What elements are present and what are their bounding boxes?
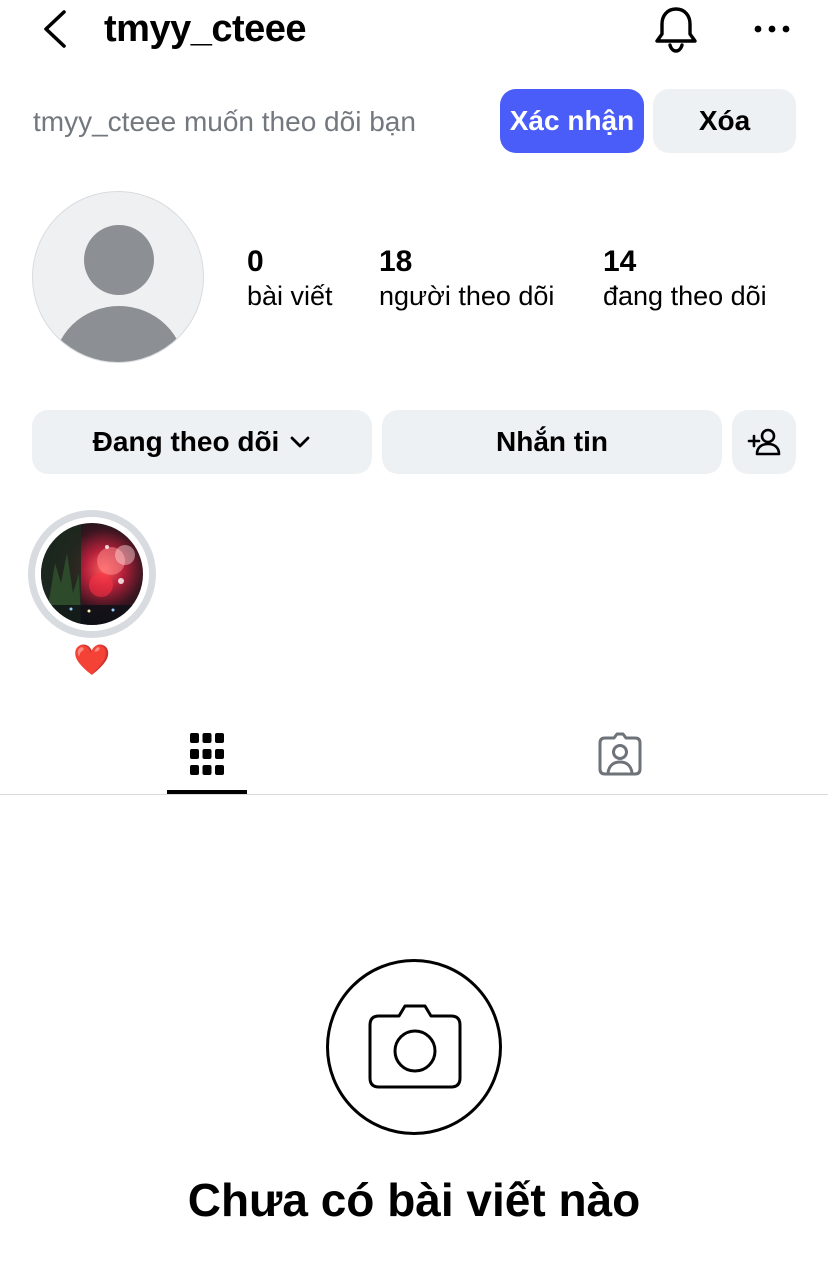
posts-stat: 0 bài viết bbox=[247, 244, 333, 312]
followers-count: 18 bbox=[379, 245, 413, 278]
highlight-label: ❤️ bbox=[73, 644, 111, 677]
suggest-people-button[interactable] bbox=[732, 410, 796, 474]
confirm-request-button[interactable]: Xác nhận bbox=[500, 89, 644, 153]
tab-tagged[interactable] bbox=[580, 714, 660, 794]
message-button[interactable]: Nhắn tin bbox=[382, 410, 722, 474]
highlight-cover-image bbox=[41, 523, 143, 625]
chevron-down-icon bbox=[289, 435, 311, 449]
camera-icon bbox=[367, 1002, 463, 1092]
followers-label: người theo dõi bbox=[379, 281, 555, 311]
tab-posts-grid[interactable] bbox=[167, 714, 247, 794]
bell-icon[interactable] bbox=[652, 4, 700, 54]
empty-state-title: Chưa có bài viết nào bbox=[187, 1174, 641, 1226]
following-stat[interactable]: 14 đang theo dõi bbox=[603, 244, 767, 312]
following-dropdown-button[interactable]: Đang theo dõi bbox=[32, 410, 372, 474]
following-button-label: Đang theo dõi bbox=[92, 426, 280, 457]
person-add-icon bbox=[747, 427, 781, 457]
posts-label: bài viết bbox=[247, 281, 333, 311]
profile-username-title: tmyy_cteee bbox=[104, 8, 307, 50]
back-icon[interactable] bbox=[36, 6, 76, 52]
grid-icon bbox=[188, 731, 226, 777]
delete-request-button[interactable]: Xóa bbox=[653, 89, 796, 153]
story-highlight[interactable] bbox=[28, 510, 156, 638]
following-count: 14 bbox=[603, 245, 637, 278]
avatar[interactable] bbox=[32, 191, 204, 363]
posts-count: 0 bbox=[247, 245, 264, 278]
followers-stat[interactable]: 18 người theo dõi bbox=[379, 244, 554, 312]
tabs-divider bbox=[0, 794, 828, 795]
follow-request-text: tmyy_cteee muốn theo dõi bạn bbox=[33, 106, 416, 137]
following-label: đang theo dõi bbox=[603, 281, 767, 311]
more-horizontal-icon[interactable] bbox=[748, 12, 796, 46]
empty-state-circle bbox=[326, 959, 502, 1135]
tagged-person-icon bbox=[597, 731, 643, 777]
